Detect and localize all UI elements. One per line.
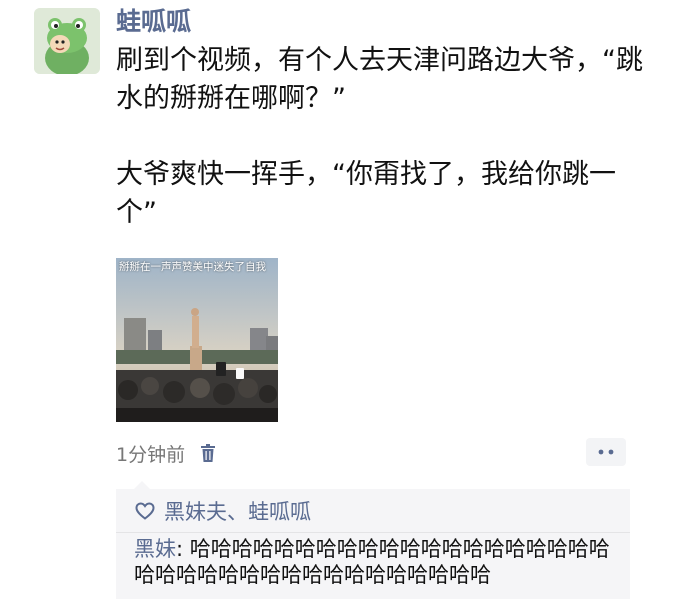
- comment-author[interactable]: 黑妹: [134, 537, 176, 561]
- post-paragraph: 大爷爽快一挥手，“你甭找了，我给你跳一个”: [116, 159, 616, 228]
- image-caption: 掰掰在一声声赞美中迷失了自我: [119, 261, 266, 273]
- more-dots-icon: [598, 449, 614, 455]
- likes-names[interactable]: 黑妹夫、蛙呱呱: [164, 496, 311, 526]
- post-meta: 1分钟前: [116, 438, 217, 468]
- post-paragraph: 刷到个视频，有个人去天津问路边大爷，“跳水的掰掰在哪啊？”: [116, 45, 643, 114]
- likes-row: 黑妹夫、蛙呱呱: [134, 497, 311, 525]
- comment-item[interactable]: 黑妹: 哈哈哈哈哈哈哈哈哈哈哈哈哈哈哈哈哈哈哈哈哈哈哈哈哈哈哈哈哈哈哈哈哈哈哈哈…: [134, 536, 624, 588]
- heart-icon: [134, 500, 156, 522]
- comment-text: 哈哈哈哈哈哈哈哈哈哈哈哈哈哈哈哈哈哈哈哈哈哈哈哈哈哈哈哈哈哈哈哈哈哈哈哈哈: [134, 537, 610, 587]
- post-image[interactable]: 掰掰在一声声赞美中迷失了自我: [116, 258, 278, 422]
- post-text: 刷到个视频，有个人去天津问路边大爷，“跳水的掰掰在哪啊？” 大爷爽快一挥手，“你…: [116, 42, 656, 232]
- avatar[interactable]: [34, 8, 100, 74]
- interaction-panel: 黑妹夫、蛙呱呱 黑妹: 哈哈哈哈哈哈哈哈哈哈哈哈哈哈哈哈哈哈哈哈哈哈哈哈哈哈哈哈…: [116, 481, 630, 599]
- post-timestamp: 1分钟前: [116, 443, 186, 466]
- post-username[interactable]: 蛙呱呱: [116, 6, 191, 38]
- frog-avatar-icon: [34, 8, 100, 74]
- divider: [116, 532, 630, 533]
- trash-icon[interactable]: [199, 442, 217, 464]
- comment-separator: :: [176, 537, 190, 561]
- crowd-photo: [116, 258, 278, 422]
- more-actions-button[interactable]: [586, 438, 626, 466]
